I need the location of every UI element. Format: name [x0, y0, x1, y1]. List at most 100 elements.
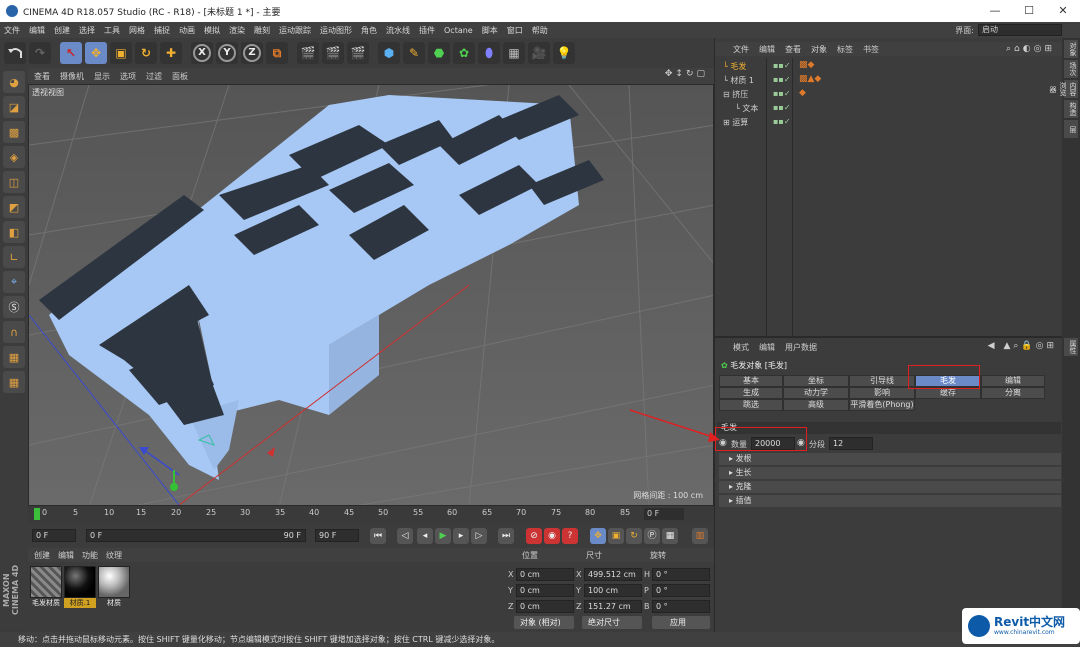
size-y-field[interactable]: 100 cm [584, 584, 642, 597]
right-tab-structure[interactable]: 构造 [1064, 100, 1078, 118]
menu-snap[interactable]: 捕捉 [154, 25, 170, 36]
size-mode-dropdown[interactable]: 绝对尺寸 [582, 616, 642, 629]
visibility-icon[interactable]: ▪▪✓ [773, 117, 791, 126]
menu-render[interactable]: 渲染 [229, 25, 245, 36]
timeline-ruler[interactable]: 0 5 10 15 20 25 30 35 40 45 50 55 60 65 … [28, 506, 714, 524]
menu-window[interactable]: 窗口 [507, 25, 523, 36]
size-z-field[interactable]: 151.27 cm [584, 600, 642, 613]
x-axis-button[interactable]: X [191, 42, 213, 64]
light-button[interactable]: 💡 [553, 42, 575, 64]
scale-tool-button[interactable]: ▣ [110, 42, 132, 64]
tab-coordinates[interactable]: 坐标 [783, 375, 849, 387]
next-key-button[interactable]: ▷ [471, 528, 487, 544]
subdivision-button[interactable]: ⬣ [428, 42, 450, 64]
edges-mode-button[interactable]: ◩ [3, 196, 25, 218]
right-tab-layers[interactable]: 层 [1064, 120, 1078, 138]
object-menu-bookmarks[interactable]: 书签 [863, 44, 879, 55]
cloner-button[interactable]: ✿ [453, 42, 475, 64]
attribute-menu-mode[interactable]: 模式 [733, 342, 749, 353]
axis-mode-button[interactable]: ∟ [3, 246, 25, 268]
model-mode-button[interactable]: ◪ [3, 96, 25, 118]
right-tab-takes[interactable]: 场次 [1064, 60, 1078, 78]
live-select-button[interactable]: ↖ [60, 42, 82, 64]
menu-simulate[interactable]: 模拟 [204, 25, 220, 36]
polygons-mode-button[interactable]: ◧ [3, 221, 25, 243]
menu-animate[interactable]: 动画 [179, 25, 195, 36]
render-settings-button[interactable]: 🎬 [347, 42, 369, 64]
recent-tool-button[interactable]: ✚ [160, 42, 182, 64]
size-x-field[interactable]: 499.512 cm [584, 568, 642, 581]
tab-influence[interactable]: 影响 [849, 387, 915, 399]
object-menu-file[interactable]: 文件 [733, 44, 749, 55]
previous-key-button[interactable]: ◁ [397, 528, 413, 544]
minimize-button[interactable]: — [978, 0, 1012, 22]
texture-mode-button[interactable]: ▩ [3, 121, 25, 143]
playhead[interactable] [34, 508, 40, 520]
tweak-mode-button[interactable]: ⌖ [3, 271, 25, 293]
group-clones[interactable]: ▸ 克隆 [719, 481, 1061, 493]
magnet-button[interactable]: ∩ [3, 321, 25, 343]
menu-character[interactable]: 角色 [361, 25, 377, 36]
close-button[interactable]: ✕ [1046, 0, 1080, 22]
viewport-menu-cameras[interactable]: 摄像机 [60, 71, 84, 82]
menu-file[interactable]: 文件 [4, 25, 20, 36]
menu-create[interactable]: 创建 [54, 25, 70, 36]
floor-button[interactable]: ▦ [503, 42, 525, 64]
viewport-menu-view[interactable]: 查看 [34, 71, 50, 82]
right-tab-objects[interactable]: 对象 [1064, 40, 1078, 58]
menu-motion-tracking[interactable]: 运动跟踪 [279, 25, 311, 36]
go-to-start-button[interactable]: ⏮ [370, 528, 386, 544]
visibility-icon[interactable]: ▪▪✓ [773, 75, 791, 84]
menu-help[interactable]: 帮助 [532, 25, 548, 36]
cube-button[interactable]: ⬢ [378, 42, 400, 64]
menu-octane[interactable]: Octane [444, 26, 473, 35]
pos-x-field[interactable]: 0 cm [516, 568, 574, 581]
viewport-menu-panel[interactable]: 面板 [172, 71, 188, 82]
key-pla-button[interactable]: ▦ [662, 528, 678, 544]
attribute-menu-user-data[interactable]: 用户数据 [785, 342, 817, 353]
material-menu-function[interactable]: 功能 [82, 550, 98, 561]
render-picture-viewer-button[interactable]: 🎬 [322, 42, 344, 64]
end-frame-field[interactable]: 90 F [315, 529, 359, 542]
rot-b-field[interactable]: 0 ° [652, 600, 710, 613]
z-axis-button[interactable]: Z [241, 42, 263, 64]
menu-sculpt[interactable]: 雕刻 [254, 25, 270, 36]
pen-button[interactable]: ✎ [403, 42, 425, 64]
rotate-tool-button[interactable]: ↻ [135, 42, 157, 64]
preview-range-slider[interactable]: 0 F 90 F [86, 529, 306, 542]
coordinate-system-button[interactable]: ⧉ [266, 42, 288, 64]
tab-advanced[interactable]: 高级 [783, 399, 849, 411]
menu-tools[interactable]: 工具 [104, 25, 120, 36]
record-button[interactable]: ⊘ [526, 528, 542, 544]
render-view-button[interactable]: 🎬 [297, 42, 319, 64]
snap-button[interactable]: Ⓢ [3, 296, 25, 318]
material-menu-texture[interactable]: 纹理 [106, 550, 122, 561]
menu-edit[interactable]: 编辑 [29, 25, 45, 36]
visibility-icon[interactable]: ▪▪✓ [773, 61, 791, 70]
tab-editing[interactable]: 编辑 [981, 375, 1045, 387]
material-1-swatch[interactable] [64, 566, 96, 598]
go-to-end-button[interactable]: ⏭ [498, 528, 514, 544]
object-search-icons[interactable]: ⌕⌂◐◎⊞ [1006, 44, 1055, 54]
y-axis-button[interactable]: Y [216, 42, 238, 64]
group-growth[interactable]: ▸ 生长 [719, 467, 1061, 479]
move-tool-button[interactable]: ✥ [85, 42, 107, 64]
right-tab-content-browser[interactable]: 内容浏览器 [1049, 80, 1078, 98]
lock-workplane-button[interactable]: ▦ [3, 346, 25, 368]
perspective-viewport[interactable]: 透视视图 网格间距 : 100 cm [28, 84, 714, 506]
hair-material-swatch[interactable] [30, 566, 62, 598]
start-frame-field[interactable]: 0 F [32, 529, 76, 542]
attribute-nav-icons[interactable]: ◀ ▲⌕🔒◎⊞ [988, 341, 1057, 351]
key-rotation-button[interactable]: ↻ [626, 528, 642, 544]
menu-mograph[interactable]: 运动图形 [320, 25, 352, 36]
object-row-text[interactable]: └ 文本 ▪▪✓ [719, 102, 1059, 115]
object-row-operation[interactable]: ⊞ 运算 ▪▪✓ [719, 116, 1059, 129]
menu-pipeline[interactable]: 流水线 [386, 25, 410, 36]
object-menu-objects[interactable]: 对象 [811, 44, 827, 55]
menu-mesh[interactable]: 网格 [129, 25, 145, 36]
workplane-button[interactable]: ◈ [3, 146, 25, 168]
visibility-icon[interactable]: ▪▪✓ [773, 89, 791, 98]
planar-workplane-button[interactable]: ▦ [3, 371, 25, 393]
rot-p-field[interactable]: 0 ° [652, 584, 710, 597]
object-menu-tags[interactable]: 标签 [837, 44, 853, 55]
